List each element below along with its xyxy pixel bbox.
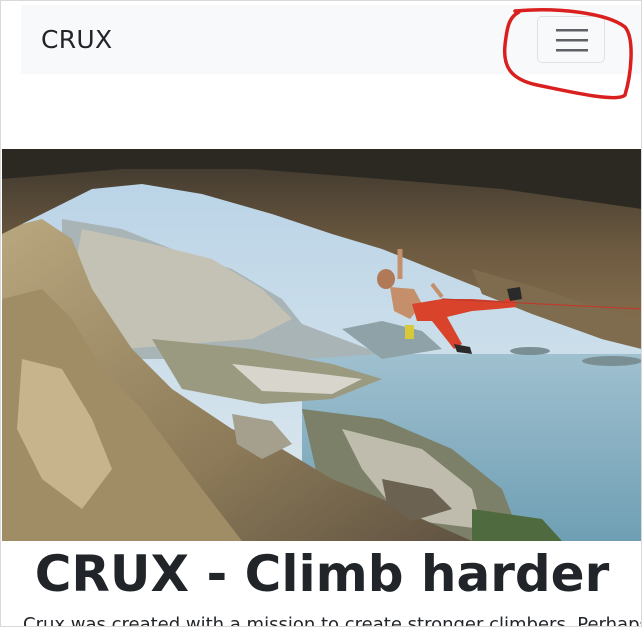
hero-climber-photo (2, 149, 641, 541)
browser-viewport: CRUX CRUX - Climb harder Crux was create… (0, 0, 642, 627)
navbar-toggler-button[interactable] (537, 16, 605, 63)
hamburger-icon (556, 29, 588, 52)
intro-paragraph: Crux was created with a mission to creat… (23, 614, 642, 627)
page-heading: CRUX - Climb harder (34, 545, 610, 603)
brand-logo-link[interactable]: CRUX (41, 25, 112, 54)
hero-image (2, 149, 641, 541)
navbar: CRUX (21, 5, 641, 74)
